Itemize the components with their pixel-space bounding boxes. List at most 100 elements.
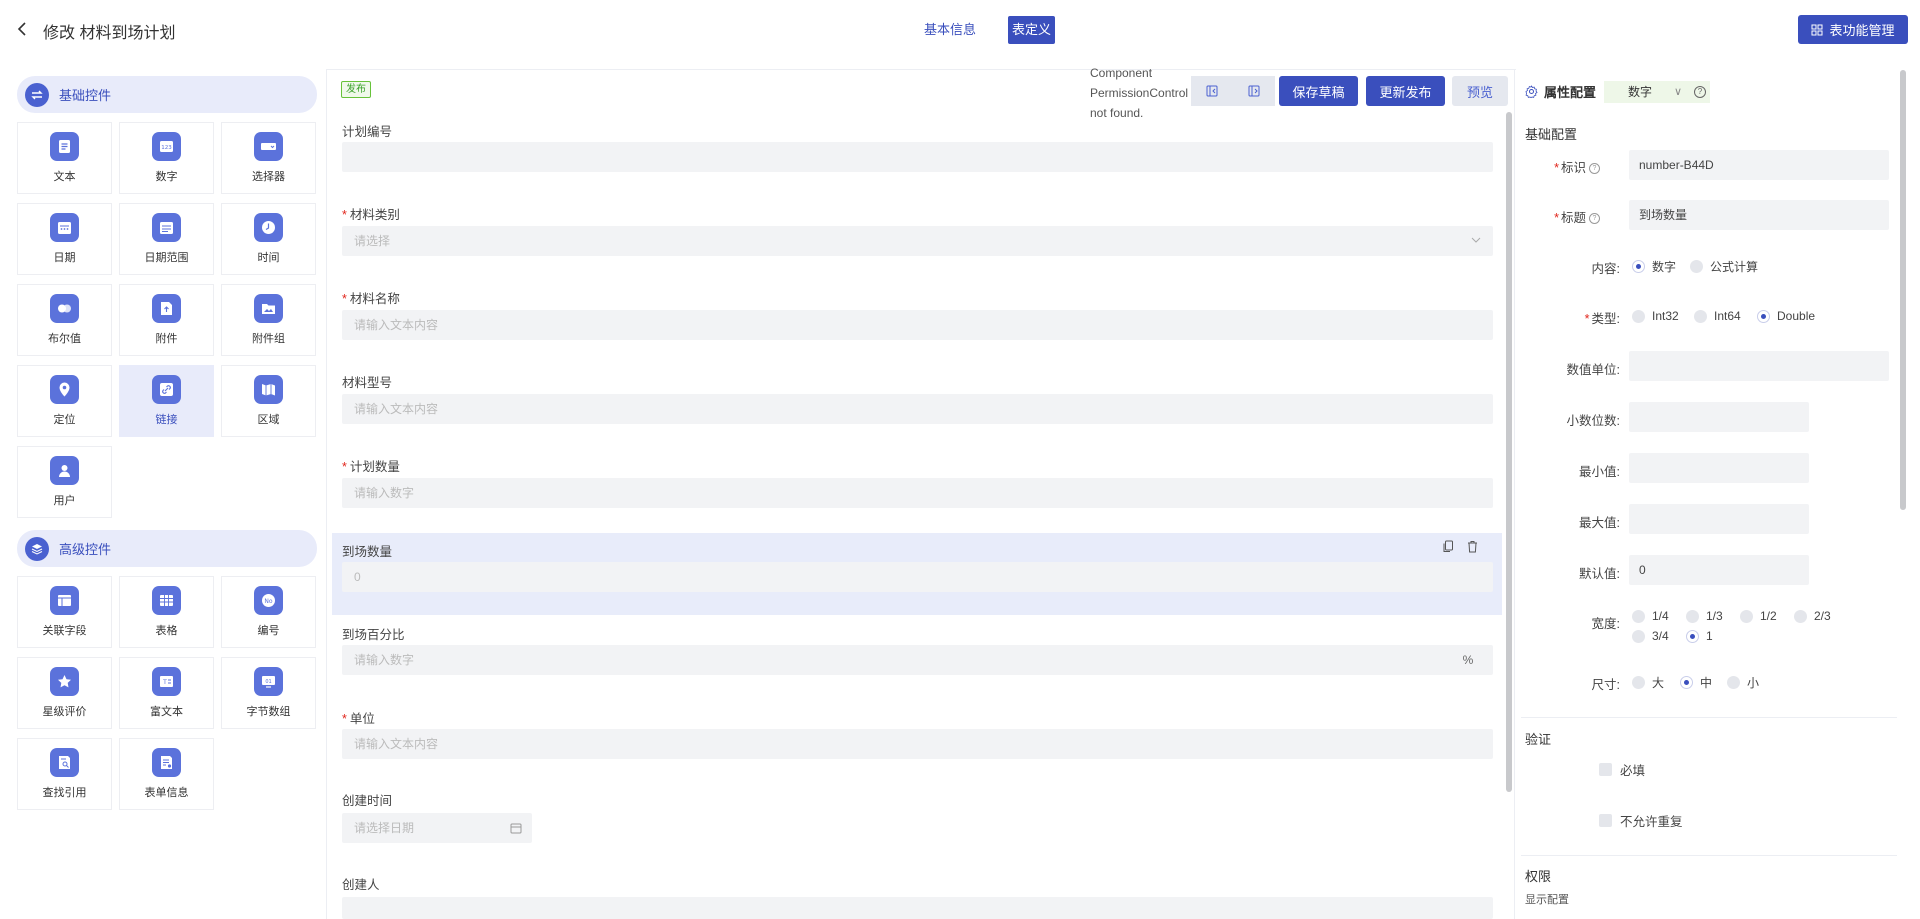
decimal-input[interactable] bbox=[1629, 402, 1809, 432]
file-upload-icon bbox=[152, 294, 181, 323]
control-rich-text[interactable]: T 富文本 bbox=[119, 657, 214, 729]
field-input[interactable]: 请输入文本内容 bbox=[342, 394, 1493, 424]
radio-type-int32[interactable]: Int32 bbox=[1632, 309, 1679, 323]
unit-input[interactable] bbox=[1629, 351, 1889, 381]
form-field-unit[interactable]: * 单位 请输入文本内容 bbox=[332, 702, 1502, 764]
control-selector[interactable]: 选择器 bbox=[221, 122, 316, 194]
form-field-created-time[interactable]: 创建时间 请选择日期 bbox=[332, 786, 1502, 848]
trash-icon[interactable] bbox=[1466, 540, 1480, 554]
field-input[interactable]: 请输入数字 bbox=[342, 478, 1493, 508]
control-time[interactable]: 时间 bbox=[221, 203, 316, 275]
field-label: 到场百分比 bbox=[342, 628, 405, 642]
field-label: 到场数量 bbox=[342, 545, 393, 559]
back-arrow-icon[interactable] bbox=[15, 20, 31, 38]
publish-button[interactable]: 更新发布 bbox=[1366, 76, 1445, 106]
radio-width-two-thirds[interactable]: 2/3 bbox=[1794, 609, 1831, 623]
divider bbox=[326, 69, 1516, 70]
field-input[interactable]: 请输入数字% bbox=[342, 645, 1493, 675]
field-input[interactable] bbox=[342, 897, 1493, 919]
basic-controls-group[interactable]: 基础控件 bbox=[17, 76, 317, 113]
tab-form-definition[interactable]: 表定义 bbox=[1008, 16, 1055, 44]
tab-basic-info[interactable]: 基本信息 bbox=[919, 16, 981, 44]
form-field-arrival-percentage[interactable]: 到场百分比 请输入数字% bbox=[332, 618, 1502, 680]
form-field-arrival-quantity[interactable]: 到场数量 0 bbox=[332, 533, 1502, 615]
field-input[interactable]: 请输入文本内容 bbox=[342, 310, 1493, 340]
status-badge: 发布 bbox=[341, 81, 371, 98]
control-attachment[interactable]: 附件 bbox=[119, 284, 214, 356]
control-serial-number[interactable]: No 编号 bbox=[221, 576, 316, 648]
collapse-right-button[interactable] bbox=[1233, 76, 1275, 106]
save-draft-button[interactable]: 保存草稿 bbox=[1279, 76, 1358, 106]
radio-width-quarter[interactable]: 1/4 bbox=[1632, 609, 1669, 623]
checkbox-unique[interactable]: 不允许重复 bbox=[1599, 811, 1683, 830]
id-input[interactable]: number-B44D bbox=[1629, 150, 1889, 180]
control-user[interactable]: 用户 bbox=[17, 446, 112, 518]
svg-text:No: No bbox=[264, 598, 272, 605]
collapse-left-button[interactable] bbox=[1191, 76, 1233, 106]
copy-icon[interactable] bbox=[1442, 540, 1456, 554]
date-input[interactable]: 请选择日期 bbox=[342, 813, 532, 843]
radio-content-number[interactable]: 数字 bbox=[1632, 258, 1676, 275]
control-boolean[interactable]: 布尔值 bbox=[17, 284, 112, 356]
control-number[interactable]: 123 数字 bbox=[119, 122, 214, 194]
field-input[interactable] bbox=[342, 142, 1493, 172]
field-select[interactable]: 请选择 bbox=[342, 226, 1493, 256]
link-icon bbox=[152, 375, 181, 404]
control-date-range[interactable]: 日期范围 bbox=[119, 203, 214, 275]
radio-content-formula[interactable]: 公式计算 bbox=[1690, 258, 1758, 275]
form-field-plan-number[interactable]: 计划编号 bbox=[332, 114, 1502, 176]
radio-size-large[interactable]: 大 bbox=[1632, 674, 1664, 691]
calendar-range-icon bbox=[152, 213, 181, 242]
form-field-material-category[interactable]: * 材料类别 请选择 bbox=[332, 198, 1502, 260]
control-area[interactable]: 区域 bbox=[221, 365, 316, 437]
checkbox-required[interactable]: 必填 bbox=[1599, 760, 1645, 779]
control-text[interactable]: 文本 bbox=[17, 122, 112, 194]
form-function-button[interactable]: 表功能管理 bbox=[1798, 15, 1908, 44]
control-table[interactable]: 表格 bbox=[119, 576, 214, 648]
control-byte-array[interactable]: 01 字节数组 bbox=[221, 657, 316, 729]
control-location[interactable]: 定位 bbox=[17, 365, 112, 437]
control-star-rating[interactable]: 星级评价 bbox=[17, 657, 112, 729]
control-form-info[interactable]: 表单信息 bbox=[119, 738, 214, 810]
control-attachment-group[interactable]: 附件组 bbox=[221, 284, 316, 356]
radio-size-small[interactable]: 小 bbox=[1727, 674, 1759, 691]
title-input[interactable]: 到场数量 bbox=[1629, 200, 1889, 230]
form-field-plan-quantity[interactable]: * 计划数量 请输入数字 bbox=[332, 450, 1502, 512]
radio-width-third[interactable]: 1/3 bbox=[1686, 609, 1723, 623]
control-lookup[interactable]: 查找引用 bbox=[17, 738, 112, 810]
form-field-creator[interactable]: 创建人 bbox=[332, 870, 1502, 919]
radio-width-three-quarters[interactable]: 3/4 bbox=[1632, 629, 1669, 643]
field-label: * 材料类别 bbox=[342, 208, 400, 222]
chevron-down-icon bbox=[1471, 237, 1481, 243]
field-input[interactable]: 请输入文本内容 bbox=[342, 729, 1493, 759]
control-date[interactable]: 日期 bbox=[17, 203, 112, 275]
min-input[interactable] bbox=[1629, 453, 1809, 483]
rich-text-icon: T bbox=[152, 667, 181, 696]
section-validation: 验证 bbox=[1525, 732, 1552, 747]
radio-size-medium[interactable]: 中 bbox=[1680, 674, 1712, 691]
radio-width-full[interactable]: 1 bbox=[1686, 629, 1713, 643]
form-field-material-name[interactable]: * 材料名称 请输入文本内容 bbox=[332, 282, 1502, 344]
control-type-select[interactable]: 数字 ∨? bbox=[1604, 81, 1710, 103]
control-related-field[interactable]: 关联字段 bbox=[17, 576, 112, 648]
basic-controls-label: 基础控件 bbox=[59, 88, 112, 103]
radio-type-int64[interactable]: Int64 bbox=[1694, 309, 1741, 323]
control-label: 附件组 bbox=[252, 333, 285, 345]
help-icon[interactable]: ? bbox=[1694, 86, 1706, 98]
svg-text:T: T bbox=[162, 679, 167, 686]
calendar-icon bbox=[50, 213, 79, 242]
control-label: 富文本 bbox=[150, 706, 183, 718]
form-field-material-model[interactable]: 材料型号 请输入文本内容 bbox=[332, 366, 1502, 428]
properties-title: 属性配置 bbox=[1544, 85, 1597, 100]
max-input[interactable] bbox=[1629, 504, 1809, 534]
advanced-controls-group[interactable]: 高级控件 bbox=[17, 530, 317, 567]
radio-type-double[interactable]: Double bbox=[1757, 309, 1815, 323]
default-input[interactable]: 0 bbox=[1629, 555, 1809, 585]
control-link[interactable]: 链接 bbox=[119, 365, 214, 437]
properties-scrollbar[interactable] bbox=[1900, 70, 1906, 510]
clock-icon bbox=[254, 213, 283, 242]
preview-button[interactable]: 预览 bbox=[1452, 76, 1508, 106]
radio-width-half[interactable]: 1/2 bbox=[1740, 609, 1777, 623]
field-input[interactable]: 0 bbox=[342, 562, 1493, 592]
text-icon bbox=[50, 132, 79, 161]
